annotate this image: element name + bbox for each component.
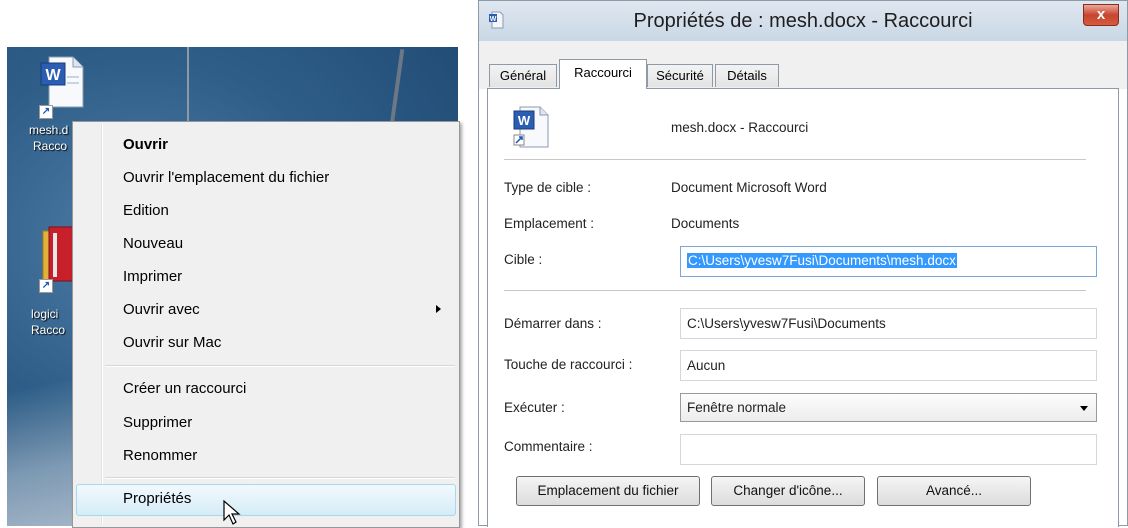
menu-item-open-on-mac[interactable]: Ouvrir sur Mac: [123, 334, 221, 351]
svg-text:W: W: [45, 67, 61, 84]
tab-security[interactable]: Sécurité: [647, 64, 713, 87]
hotkey-label: Touche de raccourci :: [504, 357, 633, 372]
location-value: Documents: [671, 216, 740, 231]
menu-item-new[interactable]: Nouveau: [123, 235, 183, 252]
word-document-icon: W: [513, 106, 549, 148]
target-label: Cible :: [504, 252, 543, 267]
word-document-icon: W: [40, 56, 84, 108]
desktop-icon-label: Racco: [31, 323, 66, 337]
close-button[interactable]: x: [1083, 4, 1119, 26]
start-in-field[interactable]: C:\Users\yvesw7Fusi\Documents: [680, 308, 1097, 339]
hotkey-field[interactable]: Aucun: [680, 350, 1097, 381]
shortcut-name: mesh.docx - Raccourci: [671, 120, 809, 135]
advanced-button[interactable]: Avancé...: [877, 476, 1031, 506]
shortcut-arrow-icon: ↗: [39, 105, 53, 119]
desktop-icon-label: Racco: [33, 139, 68, 153]
target-type-value: Document Microsoft Word: [671, 180, 827, 195]
menu-item-properties[interactable]: Propriétés: [123, 490, 191, 507]
run-label: Exécuter :: [504, 400, 565, 415]
comment-field[interactable]: [680, 434, 1097, 465]
comment-label: Commentaire :: [504, 439, 593, 454]
tab-details[interactable]: Détails: [715, 64, 779, 87]
menu-separator: [105, 365, 455, 367]
mouse-cursor-icon: [223, 500, 241, 525]
target-value-selected: C:\Users\yvesw7Fusi\Documents\mesh.docx: [687, 253, 957, 268]
menu-item-print[interactable]: Imprimer: [123, 268, 182, 285]
title-bar[interactable]: W Propriétés de : mesh.docx - Raccourci …: [479, 1, 1127, 41]
menu-item-delete[interactable]: Supprimer: [123, 414, 192, 431]
location-label: Emplacement :: [504, 216, 595, 231]
tab-general[interactable]: Général: [489, 64, 557, 87]
menu-item-open-file-location[interactable]: Ouvrir l'emplacement du fichier: [123, 169, 329, 186]
menu-separator: [105, 477, 455, 479]
submenu-arrow-icon: [436, 305, 441, 313]
properties-dialog: W Propriétés de : mesh.docx - Raccourci …: [478, 0, 1128, 527]
svg-text:W: W: [518, 113, 531, 128]
desktop-icon-label: mesh.d: [29, 123, 69, 137]
menu-item-create-shortcut[interactable]: Créer un raccourci: [123, 380, 246, 397]
desktop-icon-label: logici: [31, 307, 59, 321]
menu-item-edit[interactable]: Edition: [123, 202, 169, 219]
chevron-down-icon: [1080, 406, 1088, 411]
divider: [504, 159, 1086, 160]
menu-item-open-with[interactable]: Ouvrir avec: [123, 301, 200, 318]
shortcut-arrow-icon: ↗: [39, 279, 53, 293]
target-field[interactable]: C:\Users\yvesw7Fusi\Documents\mesh.docx: [680, 246, 1097, 277]
dialog-title: Propriétés de : mesh.docx - Raccourci: [633, 10, 973, 32]
run-select[interactable]: Fenêtre normale: [680, 393, 1097, 422]
tab-panel-shortcut: W mesh.docx - Raccourci Type de cible : …: [487, 88, 1119, 527]
divider: [504, 290, 1086, 291]
open-file-location-button[interactable]: Emplacement du fichier: [516, 476, 700, 506]
menu-item-open[interactable]: Ouvrir: [123, 136, 168, 153]
start-in-label: Démarrer dans :: [504, 316, 602, 331]
target-type-label: Type de cible :: [504, 180, 592, 195]
context-menu: Ouvrir Ouvrir l'emplacement du fichier E…: [72, 121, 460, 528]
menu-item-rename[interactable]: Renommer: [123, 447, 197, 464]
change-icon-button[interactable]: Changer d'icône...: [711, 476, 865, 506]
tab-shortcut[interactable]: Raccourci: [559, 59, 647, 89]
run-select-value: Fenêtre normale: [687, 400, 787, 415]
menu-gutter: [101, 124, 103, 525]
